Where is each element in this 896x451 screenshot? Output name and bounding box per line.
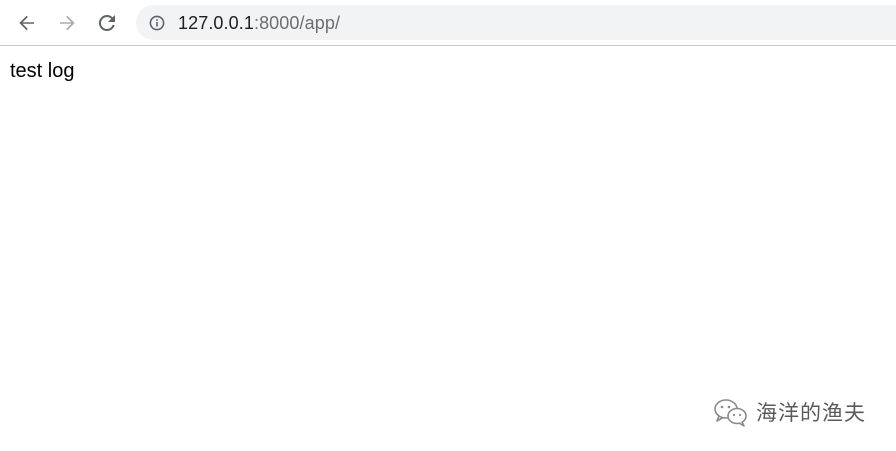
browser-toolbar: 127.0.0.1:8000/app/ — [0, 0, 896, 46]
info-icon[interactable] — [149, 15, 165, 31]
reload-icon — [98, 14, 115, 31]
reload-button[interactable] — [91, 7, 123, 39]
watermark: 海洋的渔夫 — [712, 396, 866, 428]
url-text[interactable]: 127.0.0.1:8000/app/ — [178, 13, 340, 33]
page-body-text: test log — [10, 60, 75, 82]
arrow-right-icon — [60, 15, 75, 31]
forward-button[interactable] — [51, 7, 83, 39]
address-bar[interactable]: 127.0.0.1:8000/app/ — [136, 5, 896, 40]
wechat-icon — [714, 399, 747, 427]
back-button[interactable] — [11, 7, 43, 39]
arrow-left-icon — [19, 15, 34, 31]
url-host: 127.0.0.1 — [178, 13, 254, 33]
url-path: :8000/app/ — [253, 13, 341, 33]
watermark-text: 海洋的渔夫 — [756, 401, 866, 425]
